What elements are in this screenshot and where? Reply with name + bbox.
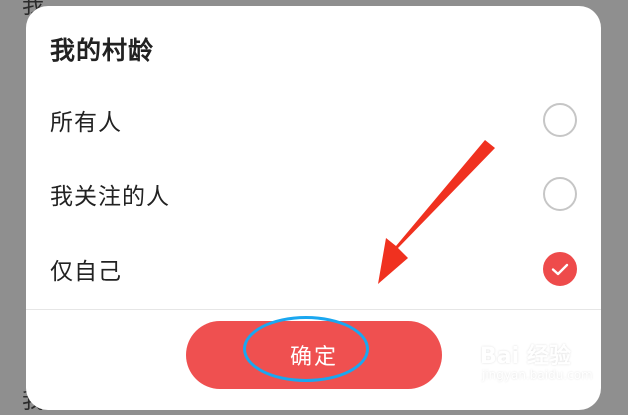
radio-unchecked-icon[interactable]: [543, 177, 577, 211]
dialog-title: 我的村龄: [50, 36, 155, 65]
option-label: 仅自己: [50, 259, 122, 285]
option-label: 所有人: [50, 110, 122, 136]
option-label: 我关注的人: [50, 184, 170, 210]
watermark-logo: Bai 经验: [480, 344, 571, 369]
divider: [26, 309, 601, 310]
watermark-url: jingyan.baidu.com: [482, 368, 593, 382]
option-only-me[interactable]: 仅自己: [26, 239, 601, 299]
radio-checked-icon[interactable]: [543, 252, 577, 286]
option-following[interactable]: 我关注的人: [26, 164, 601, 224]
annotation-circle: [243, 316, 369, 382]
checkmark-icon: [551, 263, 569, 276]
option-everyone[interactable]: 所有人: [26, 90, 601, 150]
radio-unchecked-icon[interactable]: [543, 103, 577, 137]
